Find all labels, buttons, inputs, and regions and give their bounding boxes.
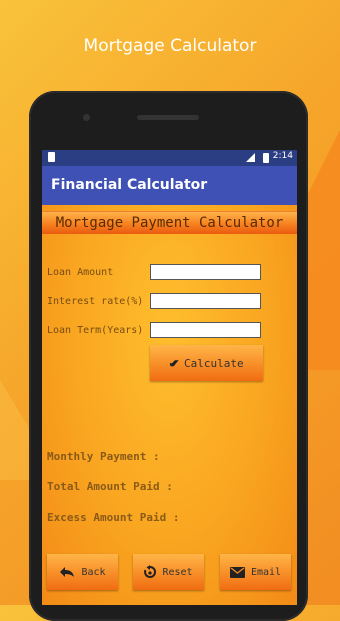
app-screen: 2:14 Financial Calculator Mortgage Payme… xyxy=(42,150,297,605)
total-amount-label: Total Amount Paid : xyxy=(47,480,173,493)
interest-rate-row: Interest rate(%) xyxy=(42,291,297,311)
calculate-label: Calculate xyxy=(184,356,244,370)
double-check-icon: ✔✔ xyxy=(169,355,178,371)
loan-amount-row: Loan Amount xyxy=(42,262,297,282)
sim-icon xyxy=(48,152,55,162)
speaker-grille xyxy=(137,115,199,120)
interest-rate-label: Interest rate(%) xyxy=(47,296,144,307)
battery-icon xyxy=(263,153,269,163)
signal-icon xyxy=(246,153,255,162)
loan-term-label: Loan Term(Years) xyxy=(47,325,144,336)
loan-term-row: Loan Term(Years) xyxy=(42,320,297,340)
back-label: Back xyxy=(81,566,106,578)
reset-icon xyxy=(144,565,157,579)
camera-dot xyxy=(83,114,90,121)
reset-label: Reset xyxy=(162,566,193,578)
loan-term-input[interactable] xyxy=(150,322,261,338)
email-button[interactable]: Email xyxy=(220,554,291,590)
monthly-payment-label: Monthly Payment : xyxy=(47,450,160,463)
app-bar-title: Financial Calculator xyxy=(42,166,297,205)
promo-title: Mortgage Calculator xyxy=(83,36,257,56)
reset-button[interactable]: Reset xyxy=(133,554,204,590)
email-label: Email xyxy=(250,566,282,578)
excess-amount-label: Excess Amount Paid : xyxy=(47,511,180,524)
page-banner: Mortgage Payment Calculator xyxy=(42,211,297,234)
back-button[interactable]: Back xyxy=(47,554,118,590)
loan-amount-input[interactable] xyxy=(150,264,261,280)
status-bar: 2:14 xyxy=(42,150,297,166)
interest-rate-input[interactable] xyxy=(150,293,261,309)
loan-amount-label: Loan Amount xyxy=(47,267,114,278)
calculate-button[interactable]: ✔✔ Calculate xyxy=(150,345,263,381)
back-icon xyxy=(59,566,75,578)
status-time: 2:14 xyxy=(272,151,293,161)
email-icon xyxy=(229,566,245,578)
